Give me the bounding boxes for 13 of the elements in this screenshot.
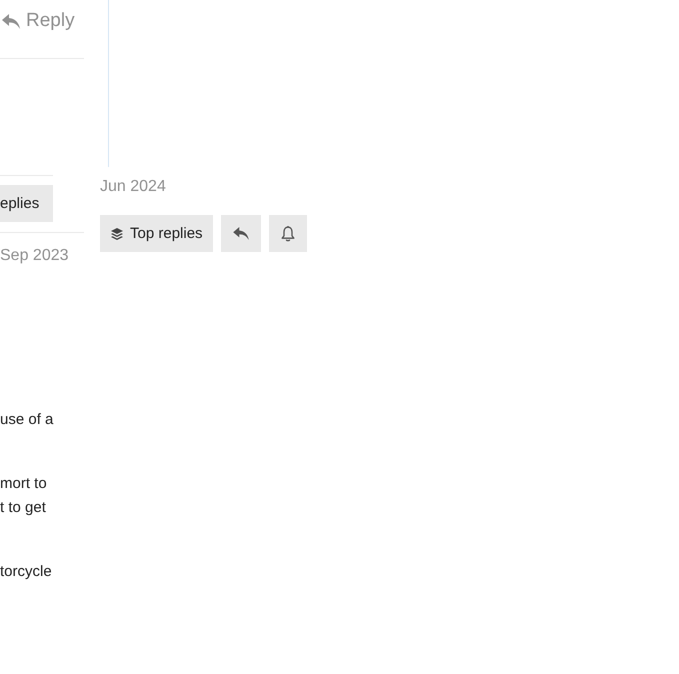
post-text-line: torcycle bbox=[0, 562, 52, 582]
reply-icon bbox=[232, 227, 249, 240]
notifications-button[interactable] bbox=[268, 215, 307, 252]
reply-icon bbox=[2, 14, 20, 28]
post-text-line: t to get bbox=[0, 498, 46, 518]
post-text-line: use of a bbox=[0, 410, 54, 430]
layers-icon bbox=[111, 228, 123, 240]
reply-button[interactable] bbox=[220, 215, 261, 252]
top-replies-button[interactable]: Top replies bbox=[100, 215, 213, 252]
replies-button[interactable]: eplies bbox=[0, 185, 53, 222]
post-date: Sep 2023 bbox=[0, 246, 69, 266]
bell-icon bbox=[280, 226, 295, 242]
post-text-line: mort to bbox=[0, 474, 47, 494]
